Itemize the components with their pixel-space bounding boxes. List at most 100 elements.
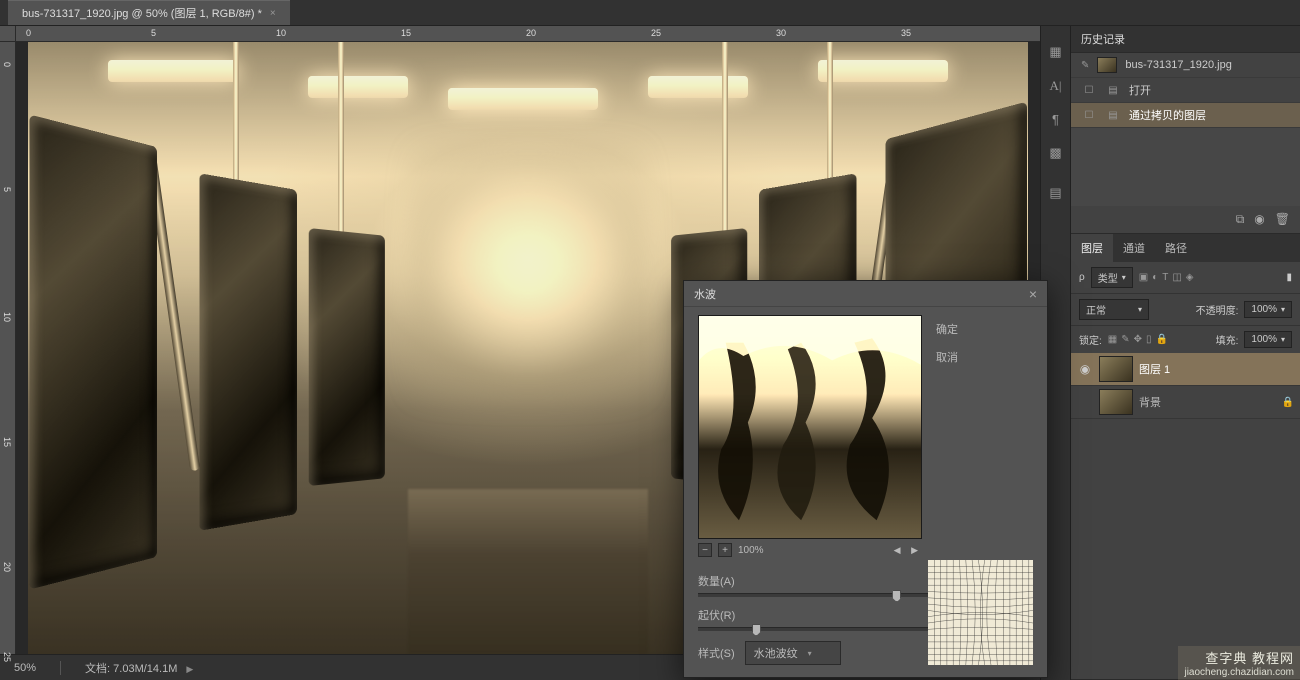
filter-type-dropdown[interactable]: 类型▾ xyxy=(1091,267,1133,288)
ruler-mark: 30 xyxy=(776,28,786,38)
document-tab[interactable]: bus-731317_1920.jpg @ 50% (图层 1, RGB/8#)… xyxy=(8,0,290,25)
visibility-icon[interactable]: ◉ xyxy=(1077,362,1093,376)
history-state-open[interactable]: ☐ ▤ 打开 xyxy=(1071,78,1300,103)
layers-panel: 图层 通道 路径 ρ 类型▾ ▣ ◐ T ◫ ◈ ▮ 正常▾ 不透明度: 100 xyxy=(1071,234,1300,680)
character-icon[interactable]: A| xyxy=(1050,78,1062,94)
chevron-down-icon: ▾ xyxy=(808,649,812,658)
library-icon[interactable]: ▤ xyxy=(1049,185,1061,201)
trash-icon[interactable]: 🗑 xyxy=(1275,212,1290,227)
ruler-mark: 5 xyxy=(151,28,156,38)
filter-toggle-icon[interactable]: ▮ xyxy=(1286,272,1292,283)
nav-arrows[interactable]: ◀ ▶ xyxy=(894,545,922,556)
ridges-label: 起伏(R) xyxy=(698,607,735,623)
tab-paths[interactable]: 路径 xyxy=(1155,234,1197,262)
dialog-titlebar[interactable]: 水波 × xyxy=(684,281,1047,307)
layer-thumbnail[interactable] xyxy=(1099,389,1133,415)
lock-position-icon[interactable]: ✥ xyxy=(1134,334,1142,345)
lock-icon[interactable]: 🔒 xyxy=(1156,334,1168,345)
ruler-mark: 35 xyxy=(901,28,911,38)
ruler-mark: 20 xyxy=(526,28,536,38)
tab-channels[interactable]: 通道 xyxy=(1113,234,1155,262)
fill-input[interactable]: 100%▾ xyxy=(1244,331,1292,348)
preview-column: − + 100% ◀ ▶ xyxy=(698,315,922,561)
doc-size: 7.03M/14.1M xyxy=(113,663,177,675)
zoom-level[interactable]: 50% xyxy=(14,662,36,674)
history-label: 通过拷贝的图层 xyxy=(1129,107,1206,123)
camera-icon[interactable]: ◉ xyxy=(1254,212,1264,227)
ruler-mark: 0 xyxy=(26,28,31,38)
filter-label: ρ xyxy=(1079,272,1085,283)
style-label: 样式(S) xyxy=(698,645,735,661)
preview-warped-image xyxy=(699,316,921,538)
chevron-right-icon: ▶ xyxy=(186,664,193,674)
lock-pixels-icon[interactable]: ✎ xyxy=(1121,334,1129,345)
ruler-mark: 20 xyxy=(2,562,12,572)
brush-icon: ✎ xyxy=(1081,60,1089,71)
dialog-buttons: 确定 取消 xyxy=(936,315,958,561)
style-value: 水池波纹 xyxy=(754,645,798,661)
checkbox-icon: ☐ xyxy=(1081,108,1097,122)
lock-label: 锁定: xyxy=(1079,332,1102,347)
doc-info[interactable]: 文档: 7.03M/14.1M ▶ xyxy=(85,660,193,676)
document-tab-bar: bus-731317_1920.jpg @ 50% (图层 1, RGB/8#)… xyxy=(0,0,1300,26)
ruler-mark: 15 xyxy=(2,437,12,447)
new-snapshot-icon[interactable]: ⧉ xyxy=(1236,212,1245,227)
paragraph-icon[interactable]: ¶ xyxy=(1052,112,1059,127)
blend-mode-dropdown[interactable]: 正常▾ xyxy=(1079,299,1149,320)
layer-name: 图层 1 xyxy=(1139,361,1170,377)
lock-icon: 🔒 xyxy=(1282,397,1294,408)
zoom-in-button[interactable]: + xyxy=(718,543,732,557)
ruler-mark: 10 xyxy=(2,312,12,322)
history-panel-footer: ⧉ ◉ 🗑 xyxy=(1071,206,1300,233)
history-label: bus-731317_1920.jpg xyxy=(1125,59,1231,71)
zigzag-dialog[interactable]: 水波 × xyxy=(683,280,1048,678)
close-icon[interactable]: × xyxy=(1029,286,1037,302)
vertical-ruler[interactable]: 0 5 10 15 20 25 xyxy=(0,42,16,654)
layer-row-background[interactable]: 背景 🔒 xyxy=(1071,386,1300,419)
ruler-mark: 25 xyxy=(2,652,12,662)
ruler-corner[interactable] xyxy=(0,26,16,42)
history-panel: 历史记录 ✎ bus-731317_1920.jpg ☐ ▤ 打开 ☐ ▤ 通过… xyxy=(1071,26,1300,234)
grid-icon[interactable]: ▩ xyxy=(1049,145,1061,161)
shape-filter-icon[interactable]: ◫ xyxy=(1172,272,1181,283)
document-icon: ▤ xyxy=(1105,83,1121,97)
smart-filter-icon[interactable]: ◈ xyxy=(1186,272,1194,283)
layer-row-layer1[interactable]: ◉ 图层 1 xyxy=(1071,353,1300,386)
type-filter-icon[interactable]: T xyxy=(1162,272,1168,283)
pixel-filter-icon[interactable]: ▣ xyxy=(1139,272,1148,283)
layers-list: ◉ 图层 1 背景 🔒 xyxy=(1071,353,1300,679)
filter-preview[interactable] xyxy=(698,315,922,539)
preview-zoom-controls: − + 100% ◀ ▶ xyxy=(698,539,922,561)
history-empty-area xyxy=(1071,128,1300,206)
layer-name: 背景 xyxy=(1139,394,1161,410)
adjust-filter-icon[interactable]: ◐ xyxy=(1152,272,1158,283)
close-tab-icon[interactable]: × xyxy=(270,8,276,19)
layers-tabs: 图层 通道 路径 xyxy=(1071,234,1300,262)
lock-artboard-icon[interactable]: ▯ xyxy=(1146,334,1152,345)
swatches-icon[interactable]: ▦ xyxy=(1049,44,1061,60)
layer-thumbnail[interactable] xyxy=(1099,356,1133,382)
style-dropdown[interactable]: 水池波纹 ▾ xyxy=(745,641,841,665)
opacity-input[interactable]: 100%▾ xyxy=(1244,301,1292,318)
workspace: 0 5 10 15 20 25 30 35 0 5 10 15 20 25 xyxy=(0,26,1300,680)
cancel-button[interactable]: 取消 xyxy=(936,349,958,365)
blend-row: 正常▾ 不透明度: 100%▾ xyxy=(1071,293,1300,325)
horizontal-ruler[interactable]: 0 5 10 15 20 25 30 35 xyxy=(16,26,1040,42)
preview-zoom: 100% xyxy=(738,545,764,556)
history-state-copy-layer[interactable]: ☐ ▤ 通过拷贝的图层 xyxy=(1071,103,1300,128)
layer-filter-row: ρ 类型▾ ▣ ◐ T ◫ ◈ ▮ xyxy=(1071,262,1300,293)
opacity-label: 不透明度: xyxy=(1196,302,1239,317)
lock-all-icon[interactable]: ▦ xyxy=(1108,334,1117,345)
history-snapshot[interactable]: ✎ bus-731317_1920.jpg xyxy=(1071,53,1300,78)
amount-label: 数量(A) xyxy=(698,573,735,589)
filter-icons: ▣ ◐ T ◫ ◈ xyxy=(1139,272,1194,283)
zigzag-wireframe-preview xyxy=(928,560,1033,665)
ok-button[interactable]: 确定 xyxy=(936,321,958,337)
doc-label: 文档: xyxy=(85,663,110,675)
history-thumbnail xyxy=(1097,57,1117,73)
dialog-title: 水波 xyxy=(694,286,716,302)
history-panel-title[interactable]: 历史记录 xyxy=(1071,26,1300,53)
tab-layers[interactable]: 图层 xyxy=(1071,234,1113,262)
right-panels: 历史记录 ✎ bus-731317_1920.jpg ☐ ▤ 打开 ☐ ▤ 通过… xyxy=(1070,26,1300,680)
zoom-out-button[interactable]: − xyxy=(698,543,712,557)
